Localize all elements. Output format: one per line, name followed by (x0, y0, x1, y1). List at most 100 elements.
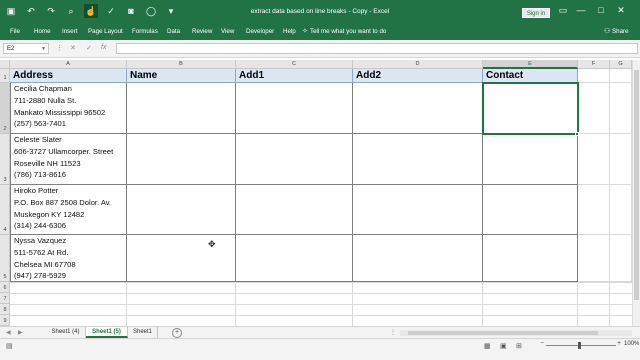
formula-input[interactable] (116, 43, 638, 54)
address-line: (314) 244-6306 (14, 221, 66, 231)
sheet-tab-3[interactable]: Sheet1 (128, 327, 158, 338)
add-sheet-button[interactable]: + (172, 328, 182, 338)
cell[interactable] (578, 83, 610, 134)
name-cell[interactable] (127, 83, 236, 134)
contact-cell[interactable] (483, 185, 578, 235)
zoom-out-button[interactable]: − (540, 340, 544, 347)
tab-review[interactable]: Review (192, 28, 212, 35)
zoom-slider[interactable] (546, 345, 616, 346)
tab-view[interactable]: View (221, 28, 234, 35)
cancel-icon[interactable]: ✕ (70, 44, 76, 52)
normal-view-icon[interactable]: ▦ (484, 342, 491, 350)
tab-page-layout[interactable]: Page Layout (88, 28, 123, 35)
row-header-8[interactable]: 8 (0, 304, 10, 315)
add1-cell[interactable] (236, 185, 353, 235)
zoom-level[interactable]: 100% (624, 341, 639, 347)
row-header-1[interactable]: 1 (0, 69, 10, 83)
column-header-g[interactable]: G (610, 60, 632, 69)
empty-grid-area[interactable] (10, 282, 632, 326)
cell[interactable] (610, 69, 632, 83)
macro-record-icon[interactable]: ▤ (6, 342, 13, 350)
address-cell[interactable]: Nyssa Vazquez 511-5762 At Rd. Chelsea MI… (10, 235, 127, 282)
add1-cell[interactable] (236, 235, 353, 282)
page-layout-view-icon[interactable]: ▣ (500, 342, 507, 350)
name-box[interactable]: E2 ▼ (3, 43, 49, 54)
header-cell-contact[interactable]: Contact (483, 69, 578, 83)
sheet-tab-2[interactable]: Sheet1 (5) (86, 327, 128, 338)
header-cell-add2[interactable]: Add2 (353, 69, 483, 83)
name-cell[interactable] (127, 134, 236, 185)
contact-cell[interactable] (483, 235, 578, 282)
scroll-tabs-left-icon[interactable]: ◀ (6, 329, 11, 336)
tab-formulas[interactable]: Formulas (132, 28, 158, 35)
lightbulb-icon: ✧ (302, 28, 308, 35)
header-cell-address[interactable]: Address (10, 69, 127, 83)
column-header-c[interactable]: C (236, 60, 353, 69)
add1-cell[interactable] (236, 134, 353, 185)
column-header-e[interactable]: E (483, 60, 578, 69)
cell[interactable] (578, 235, 610, 282)
row-header-3[interactable]: 3 (0, 134, 10, 185)
column-header-f[interactable]: F (578, 60, 610, 69)
tell-me-search[interactable]: Tell me what you want to do (310, 28, 386, 35)
tab-developer[interactable]: Developer (246, 28, 274, 35)
tab-insert[interactable]: Insert (62, 28, 77, 35)
add2-cell[interactable] (353, 185, 483, 235)
address-cell[interactable]: Celeste Slater 606-3727 Ullamcorper. Str… (10, 134, 127, 185)
add1-cell[interactable] (236, 83, 353, 134)
header-cell-name[interactable]: Name (127, 69, 236, 83)
minimize-icon[interactable]: — (574, 5, 588, 15)
row-header-7[interactable]: 7 (0, 293, 10, 304)
tab-home[interactable]: Home (34, 28, 51, 35)
cell[interactable] (610, 185, 632, 235)
ribbon-display-icon[interactable]: ▭ (556, 5, 570, 16)
scroll-tabs-right-icon[interactable]: ▶ (18, 329, 23, 336)
column-header-a[interactable]: A (10, 60, 127, 69)
column-header-d[interactable]: D (353, 60, 483, 69)
row-header-5[interactable]: 5 (0, 235, 10, 282)
function-icon[interactable]: fx (101, 44, 106, 51)
cell[interactable] (610, 235, 632, 282)
fill-handle[interactable] (575, 132, 579, 136)
vertical-scroll-thumb[interactable] (634, 70, 639, 300)
column-header-b[interactable]: B (127, 60, 236, 69)
address-line: Nyssa Vazquez (14, 236, 67, 245)
cell[interactable] (610, 83, 632, 134)
add2-cell[interactable] (353, 83, 483, 134)
contact-cell[interactable] (483, 134, 578, 185)
sign-in-button[interactable]: Sign in (522, 8, 550, 18)
vertical-scrollbar[interactable] (632, 60, 640, 326)
contact-cell-active[interactable] (482, 82, 579, 135)
add2-cell[interactable] (353, 235, 483, 282)
cell[interactable] (578, 134, 610, 185)
share-button[interactable]: Share (612, 28, 629, 35)
page-break-view-icon[interactable]: ⊞ (516, 342, 522, 350)
tab-file[interactable]: File (10, 28, 20, 35)
tab-help[interactable]: Help (283, 28, 296, 35)
row-header-2[interactable]: 2 (0, 83, 10, 134)
name-cell[interactable] (127, 185, 236, 235)
row-header-9[interactable]: 9 (0, 315, 10, 326)
cell[interactable] (578, 69, 610, 83)
address-cell[interactable]: Cecilia Chapman 711-2880 Nulla St. Manka… (10, 83, 127, 134)
row-header-6[interactable]: 6 (0, 282, 10, 293)
zoom-slider-knob[interactable] (578, 342, 581, 349)
maximize-icon[interactable]: □ (594, 5, 608, 15)
chevron-down-icon[interactable]: ▼ (41, 44, 46, 54)
cell[interactable] (610, 134, 632, 185)
address-cell[interactable]: Hiroko Potter P.O. Box 887 2508 Dolor. A… (10, 185, 127, 235)
add2-cell[interactable] (353, 134, 483, 185)
horizontal-scroll-thumb[interactable] (408, 331, 598, 335)
horizontal-scrollbar[interactable] (400, 330, 632, 336)
enter-icon[interactable]: ✓ (86, 44, 92, 52)
sheet-tab-1[interactable]: Sheet1 (4) (46, 327, 86, 338)
zoom-in-button[interactable]: + (617, 340, 621, 347)
cell[interactable] (578, 185, 610, 235)
select-all-corner[interactable] (0, 60, 10, 69)
header-cell-add1[interactable]: Add1 (236, 69, 353, 83)
tab-data[interactable]: Data (167, 28, 180, 35)
close-icon[interactable]: ✕ (614, 5, 628, 16)
row-header-4[interactable]: 4 (0, 185, 10, 235)
more-options-icon: ⋮ (56, 45, 63, 52)
name-cell[interactable] (127, 235, 236, 282)
